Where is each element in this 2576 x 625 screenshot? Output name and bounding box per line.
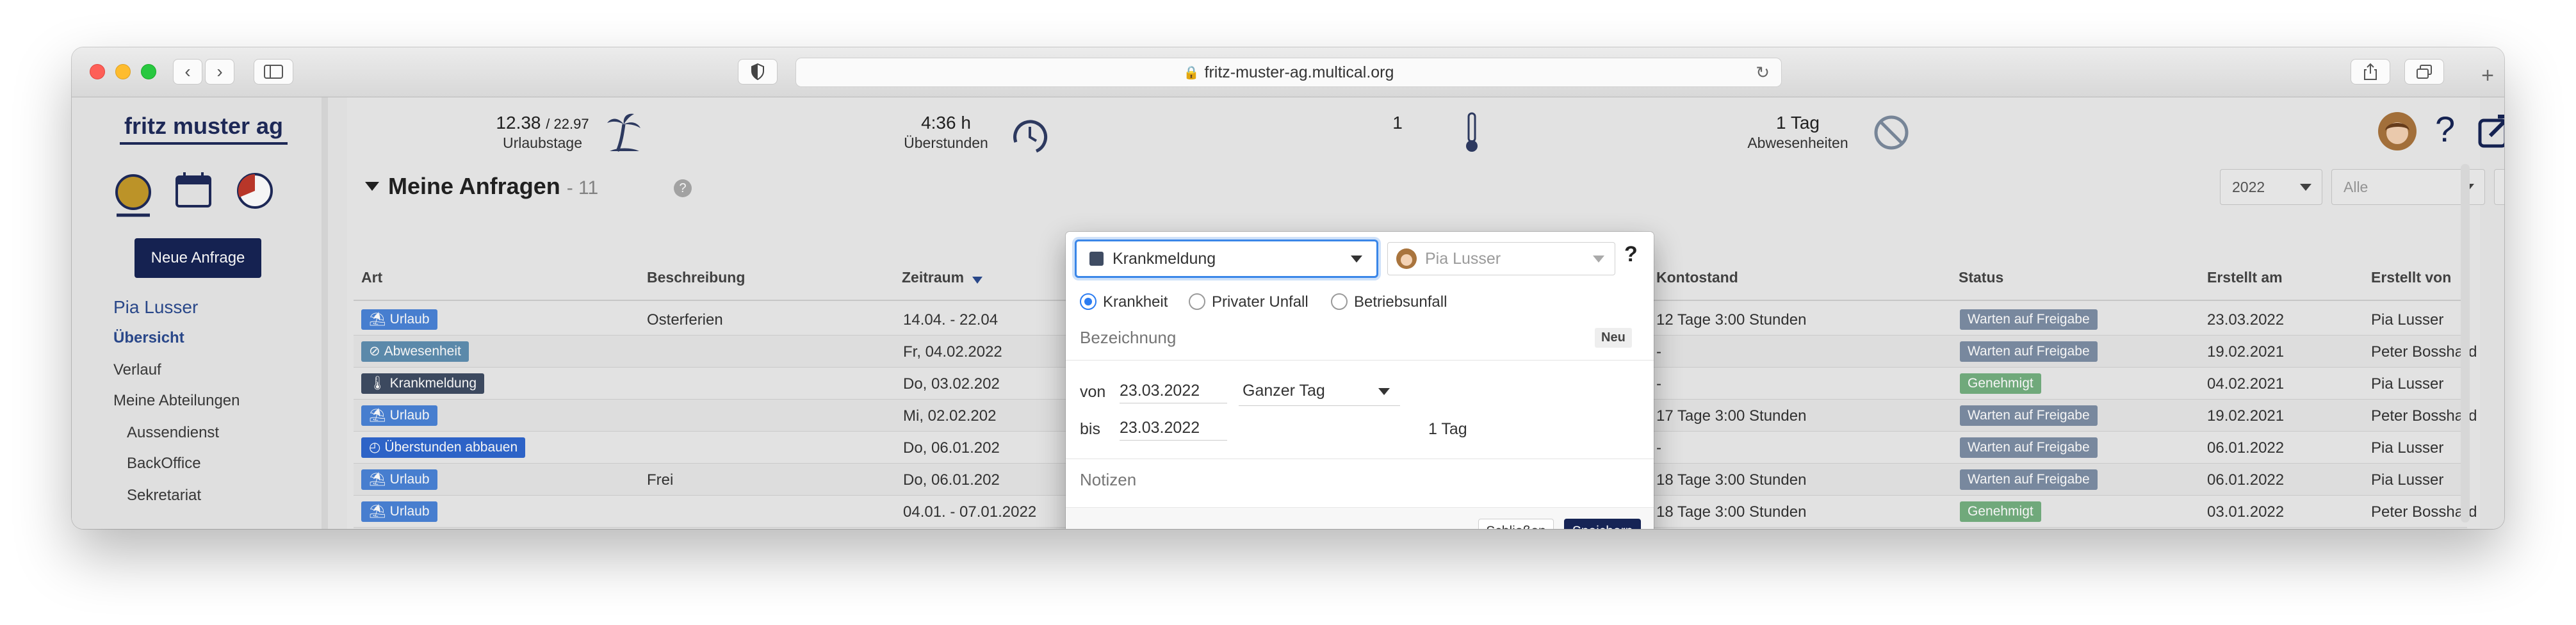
radio-krankheit[interactable] xyxy=(1080,293,1096,310)
to-label: bis xyxy=(1080,420,1100,438)
browser-toolbar: ‹ › 🔒 fritz-muster-ag.multical.org ↻ + xyxy=(72,47,2504,97)
radio-krankheit-label[interactable]: Krankheit xyxy=(1103,293,1168,311)
dialog-help-button[interactable]: ? xyxy=(1624,242,1638,267)
radio-privater-unfall[interactable] xyxy=(1189,293,1205,310)
day-part-value: Ganzer Tag xyxy=(1243,382,1325,400)
reload-icon[interactable]: ↻ xyxy=(1756,63,1770,83)
request-type-color-icon xyxy=(1089,252,1104,266)
person-value: Pia Lusser xyxy=(1425,249,1501,268)
request-type-select[interactable]: Krankmeldung xyxy=(1075,239,1378,278)
duration-value: 1 Tag xyxy=(1428,420,1467,438)
chevron-down-icon xyxy=(1593,256,1604,263)
tabs-overview-button[interactable] xyxy=(2404,59,2444,85)
notes-input[interactable] xyxy=(1080,465,1637,502)
share-icon xyxy=(2364,63,2377,80)
chevron-right-icon: › xyxy=(216,61,223,81)
new-badge: Neu xyxy=(1595,328,1632,348)
close-window-button[interactable] xyxy=(90,64,105,79)
chevron-down-icon xyxy=(1378,388,1390,395)
to-date-input[interactable]: 23.03.2022 xyxy=(1120,419,1227,441)
divider xyxy=(1066,360,1654,361)
day-part-select[interactable]: Ganzer Tag xyxy=(1239,378,1400,406)
new-tab-button[interactable]: + xyxy=(2476,64,2499,87)
from-label: von xyxy=(1080,383,1106,401)
shield-icon xyxy=(751,63,764,80)
tabs-icon xyxy=(2417,65,2432,79)
lock-icon: 🔒 xyxy=(1183,65,1200,80)
sidebar-toggle-button[interactable] xyxy=(254,59,293,85)
browser-window: ‹ › 🔒 fritz-muster-ag.multical.org ↻ + f… xyxy=(72,47,2504,529)
sidebar-icon xyxy=(264,65,283,79)
app-area: fritz muster ag Neue Anfrage Pia Lusser … xyxy=(72,97,2504,529)
close-button[interactable]: Schließen xyxy=(1478,519,1554,529)
person-avatar xyxy=(1396,248,1417,269)
radio-betriebsunfall-label[interactable]: Betriebsunfall xyxy=(1354,293,1447,311)
title-input[interactable] xyxy=(1080,321,1567,353)
privacy-report-button[interactable] xyxy=(738,59,778,85)
address-bar[interactable]: 🔒 fritz-muster-ag.multical.org ↻ xyxy=(795,58,1782,87)
new-request-dialog: Krankmeldung Pia Lusser ? Krankheit Priv… xyxy=(1066,232,1654,529)
chevron-down-icon xyxy=(1351,256,1362,263)
radio-betriebsunfall[interactable] xyxy=(1331,293,1348,310)
request-type-value: Krankmeldung xyxy=(1113,249,1216,268)
person-select[interactable]: Pia Lusser xyxy=(1387,242,1615,275)
save-button[interactable]: Speichern xyxy=(1564,519,1641,529)
chevron-left-icon: ‹ xyxy=(184,61,191,81)
back-button[interactable]: ‹ xyxy=(173,59,202,85)
radio-privater-unfall-label[interactable]: Privater Unfall xyxy=(1212,293,1308,311)
zoom-window-button[interactable] xyxy=(141,64,156,79)
from-date-input[interactable]: 23.03.2022 xyxy=(1120,382,1227,403)
share-button[interactable] xyxy=(2351,59,2390,85)
minimize-window-button[interactable] xyxy=(115,64,131,79)
url-text: fritz-muster-ag.multical.org xyxy=(1204,63,1394,81)
forward-button[interactable]: › xyxy=(205,59,234,85)
